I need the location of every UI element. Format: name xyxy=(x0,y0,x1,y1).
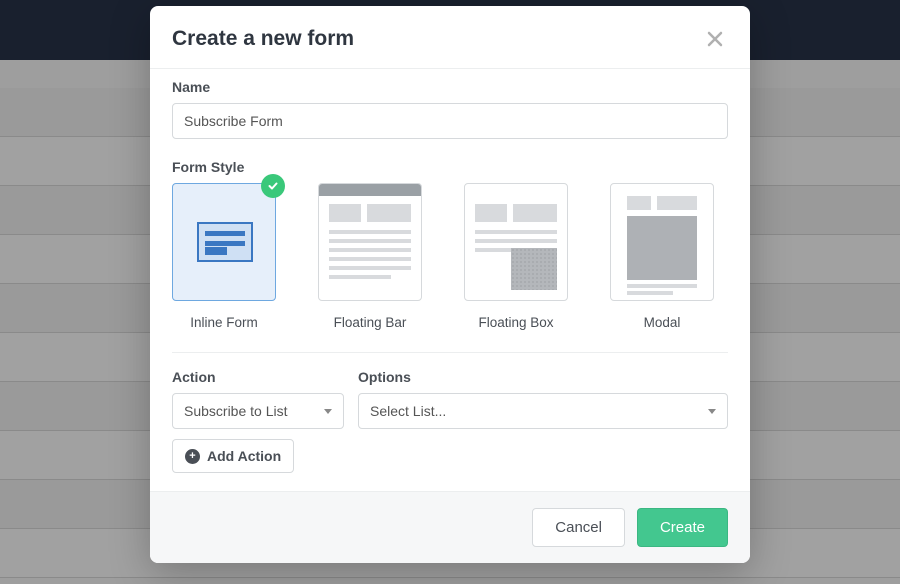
add-action-label: Add Action xyxy=(207,448,281,464)
modal-style-icon xyxy=(610,183,714,301)
create-button[interactable]: Create xyxy=(637,508,728,547)
cancel-button[interactable]: Cancel xyxy=(532,508,625,547)
action-select-value: Subscribe to List xyxy=(184,403,288,419)
check-icon xyxy=(261,174,285,198)
action-select[interactable]: Subscribe to List xyxy=(172,393,344,429)
close-icon[interactable] xyxy=(702,26,728,52)
form-style-grid: Inline Form Floating Bar xyxy=(172,183,728,330)
style-label-floating-bar: Floating Bar xyxy=(334,315,407,330)
plus-circle-icon: + xyxy=(185,449,200,464)
style-card-floating-bar[interactable]: Floating Bar xyxy=(318,183,422,330)
options-select-value: Select List... xyxy=(370,403,446,419)
name-input[interactable] xyxy=(172,103,728,139)
form-style-label: Form Style xyxy=(172,159,728,175)
style-label-floating-box: Floating Box xyxy=(478,315,553,330)
modal-title: Create a new form xyxy=(172,27,354,51)
floating-box-icon xyxy=(464,183,568,301)
modal-body: Name Form Style Inline Form xyxy=(150,68,750,491)
style-label-inline: Inline Form xyxy=(190,315,258,330)
action-row: Action Subscribe to List Options Select … xyxy=(172,369,728,429)
divider xyxy=(172,352,728,353)
style-card-inline-form[interactable]: Inline Form xyxy=(172,183,276,330)
chevron-down-icon xyxy=(708,409,716,414)
create-form-modal: Create a new form Name Form Style Inline… xyxy=(150,6,750,563)
name-label: Name xyxy=(172,79,728,95)
options-label: Options xyxy=(358,369,728,385)
options-select[interactable]: Select List... xyxy=(358,393,728,429)
style-card-modal[interactable]: Modal xyxy=(610,183,714,330)
modal-footer: Cancel Create xyxy=(150,491,750,563)
action-label: Action xyxy=(172,369,344,385)
chevron-down-icon xyxy=(324,409,332,414)
style-card-floating-box[interactable]: Floating Box xyxy=(464,183,568,330)
modal-header: Create a new form xyxy=(150,6,750,68)
add-action-button[interactable]: + Add Action xyxy=(172,439,294,473)
style-label-modal: Modal xyxy=(644,315,681,330)
inline-form-icon xyxy=(172,183,276,301)
floating-bar-icon xyxy=(318,183,422,301)
